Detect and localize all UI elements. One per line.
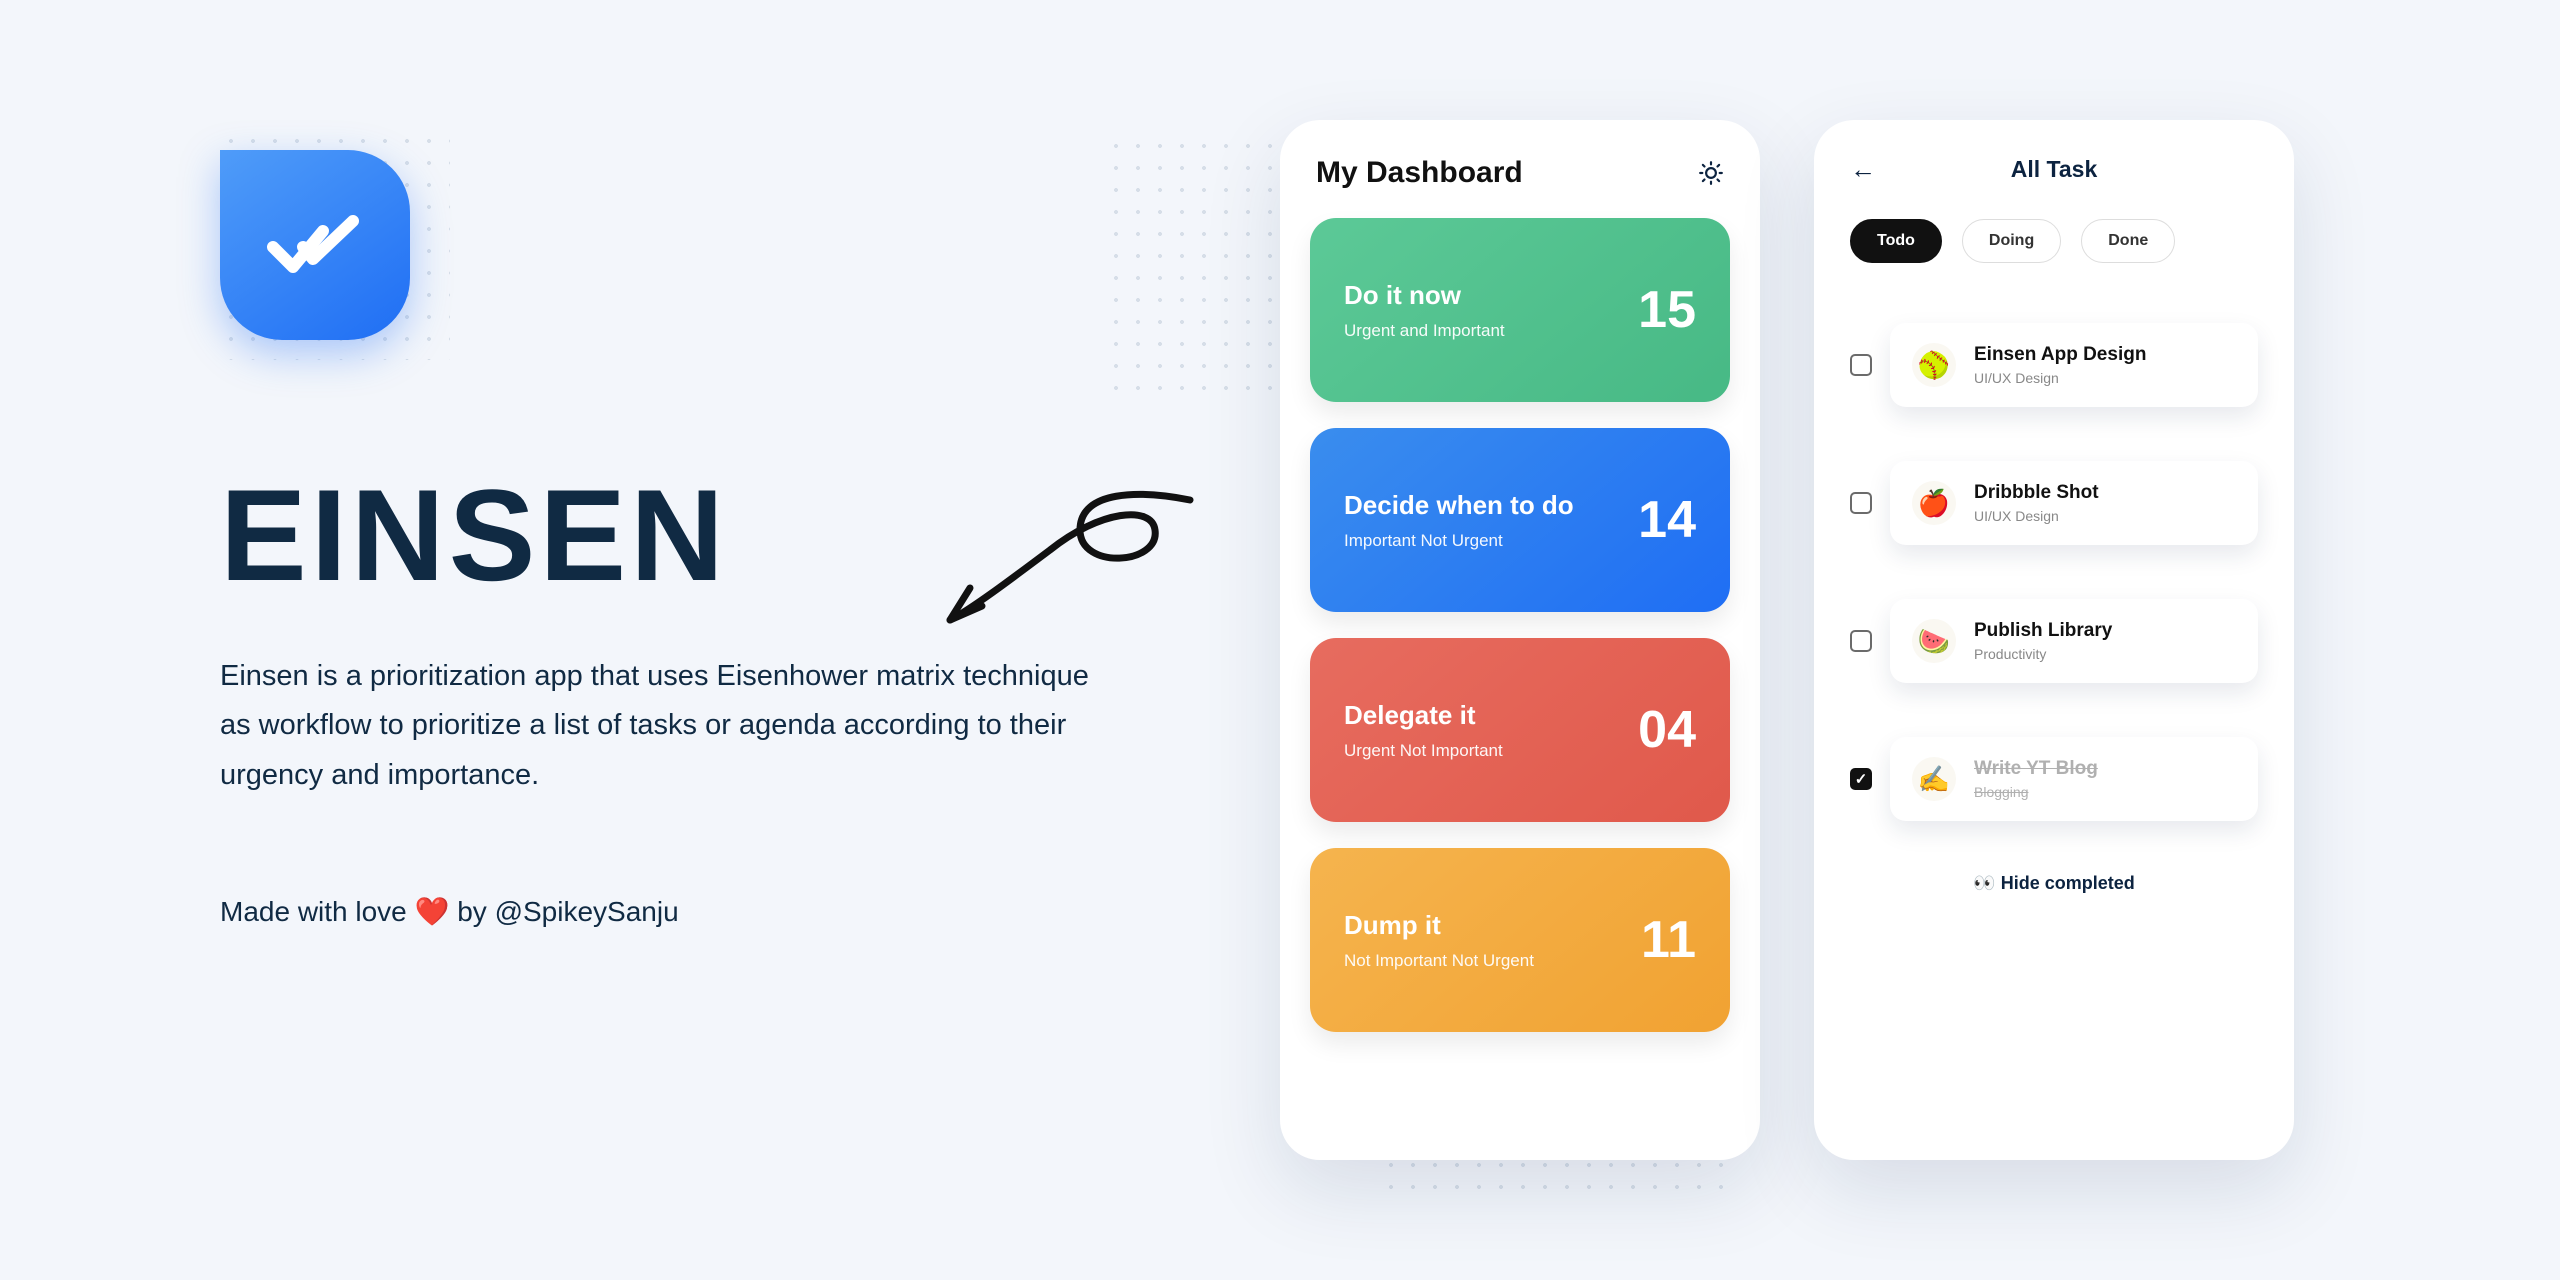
task-card[interactable]: ✍️ Write YT Blog Blogging (1890, 737, 2258, 821)
app-description: Einsen is a prioritization app that uses… (220, 652, 1100, 800)
card-count: 04 (1638, 700, 1696, 760)
priority-card-dump[interactable]: Dump it Not Important Not Urgent 11 (1310, 848, 1730, 1032)
task-emoji-icon: 🥎 (1912, 343, 1956, 387)
task-card[interactable]: 🍎 Dribbble Shot UI/UX Design (1890, 461, 2258, 545)
task-checkbox[interactable] (1850, 492, 1872, 514)
dashboard-title: My Dashboard (1316, 156, 1523, 190)
credits: Made with love ❤️ by @SpikeySanju (220, 895, 1100, 928)
card-count: 14 (1638, 490, 1696, 550)
card-subtitle: Urgent and Important (1344, 321, 1505, 341)
hide-completed-label: Hide completed (2001, 873, 2135, 893)
credits-prefix: Made with love (220, 896, 407, 927)
card-subtitle: Not Important Not Urgent (1344, 951, 1534, 971)
credits-by: by (457, 896, 487, 927)
dashboard-header: My Dashboard (1310, 156, 1730, 190)
task-name: Einsen App Design (1974, 344, 2146, 366)
task-checkbox[interactable] (1850, 768, 1872, 790)
task-card[interactable]: 🍉 Publish Library Productivity (1890, 599, 2258, 683)
app-logo (220, 150, 410, 340)
heart-icon: ❤️ (415, 896, 450, 927)
card-title: Delegate it (1344, 700, 1503, 731)
task-checkbox[interactable] (1850, 354, 1872, 376)
card-subtitle: Important Not Urgent (1344, 531, 1574, 551)
hide-completed-button[interactable]: 👀 Hide completed (1844, 873, 2264, 894)
task-category: UI/UX Design (1974, 370, 2146, 386)
all-task-title: All Task (2011, 156, 2098, 183)
priority-card-delegate[interactable]: Delegate it Urgent Not Important 04 (1310, 638, 1730, 822)
task-category: Blogging (1974, 784, 2098, 800)
task-name: Dribbble Shot (1974, 482, 2099, 504)
task-header: ← All Task (1844, 156, 2264, 183)
card-title: Decide when to do (1344, 490, 1574, 521)
hand-drawn-arrow (930, 480, 1200, 640)
tab-todo[interactable]: Todo (1850, 219, 1942, 263)
card-count: 11 (1641, 910, 1696, 970)
card-title: Dump it (1344, 910, 1534, 941)
eyes-icon: 👀 (1973, 873, 1995, 893)
task-emoji-icon: 🍎 (1912, 481, 1956, 525)
task-card[interactable]: 🥎 Einsen App Design UI/UX Design (1890, 323, 2258, 407)
task-category: UI/UX Design (1974, 508, 2099, 524)
priority-card-do-it-now[interactable]: Do it now Urgent and Important 15 (1310, 218, 1730, 402)
status-tabs: Todo Doing Done (1844, 219, 2264, 263)
priority-card-decide[interactable]: Decide when to do Important Not Urgent 1… (1310, 428, 1730, 612)
task-checkbox[interactable] (1850, 630, 1872, 652)
task-emoji-icon: 🍉 (1912, 619, 1956, 663)
task-emoji-icon: ✍️ (1912, 757, 1956, 801)
tab-doing[interactable]: Doing (1962, 219, 2061, 263)
credits-handle: @SpikeySanju (495, 896, 679, 927)
task-name: Write YT Blog (1974, 758, 2098, 780)
all-task-screen: ← All Task Todo Doing Done 🥎 Einsen App … (1814, 120, 2294, 1160)
task-row: 🥎 Einsen App Design UI/UX Design (1844, 305, 2264, 425)
lightbulb-icon[interactable] (1698, 160, 1724, 186)
card-count: 15 (1638, 280, 1696, 340)
back-arrow-icon[interactable]: ← (1850, 154, 1876, 185)
tab-done[interactable]: Done (2081, 219, 2175, 263)
task-row: 🍎 Dribbble Shot UI/UX Design (1844, 443, 2264, 563)
task-name: Publish Library (1974, 620, 2112, 642)
double-check-icon (265, 195, 365, 295)
task-category: Productivity (1974, 646, 2112, 662)
task-row: ✍️ Write YT Blog Blogging (1844, 719, 2264, 839)
task-row: 🍉 Publish Library Productivity (1844, 581, 2264, 701)
dashboard-screen: My Dashboard Do it now Urgent and Import… (1280, 120, 1760, 1160)
card-subtitle: Urgent Not Important (1344, 741, 1503, 761)
card-title: Do it now (1344, 280, 1505, 311)
